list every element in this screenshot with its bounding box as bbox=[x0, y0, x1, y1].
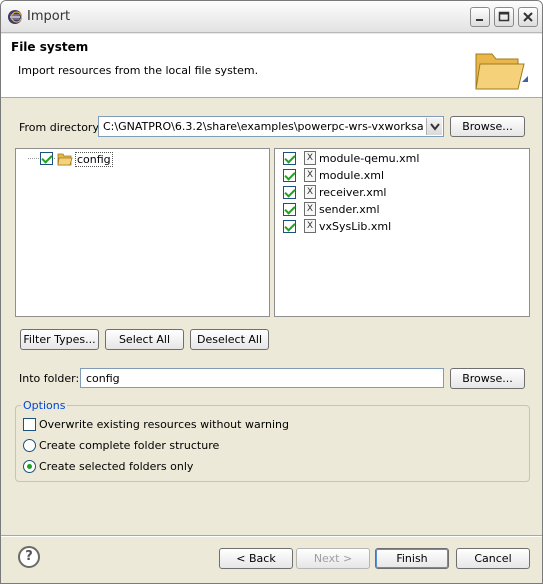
minimize-button[interactable] bbox=[470, 7, 490, 27]
from-directory-combo[interactable]: C:\GNATPRO\6.3.2\share\examples\powerpc-… bbox=[98, 116, 444, 137]
folder-tree[interactable]: config bbox=[15, 148, 270, 317]
overwrite-checkbox[interactable] bbox=[23, 418, 36, 431]
select-all-button[interactable]: Select All bbox=[105, 329, 184, 350]
xml-file-icon: X bbox=[304, 151, 316, 165]
complete-structure-radio[interactable] bbox=[23, 439, 36, 452]
close-window-button[interactable] bbox=[518, 7, 538, 27]
window-title: Import bbox=[27, 9, 71, 24]
from-directory-label: From directory: bbox=[19, 121, 102, 134]
eclipse-icon bbox=[8, 10, 22, 24]
file-list[interactable]: X module-qemu.xml X module.xml X receive… bbox=[274, 148, 530, 317]
into-folder-field[interactable]: config bbox=[80, 368, 444, 388]
finish-button[interactable]: Finish bbox=[375, 548, 449, 569]
from-directory-value: C:\GNATPRO\6.3.2\share\examples\powerpc-… bbox=[103, 120, 423, 133]
maximize-button[interactable] bbox=[494, 7, 514, 27]
overwrite-label[interactable]: Overwrite existing resources without war… bbox=[39, 418, 289, 431]
open-folder-icon bbox=[475, 53, 528, 90]
wizard-banner: File system Import resources from the lo… bbox=[1, 34, 542, 98]
xml-file-icon: X bbox=[304, 168, 316, 182]
selected-only-radio[interactable] bbox=[23, 460, 36, 473]
file-checkbox[interactable] bbox=[283, 203, 296, 216]
options-legend: Options bbox=[21, 399, 68, 412]
complete-structure-label[interactable]: Create complete folder structure bbox=[39, 439, 219, 452]
xml-file-icon: X bbox=[304, 202, 316, 216]
title-bar[interactable]: Import bbox=[1, 1, 542, 33]
into-folder-label: Into folder: bbox=[19, 372, 80, 385]
filter-types-button[interactable]: Filter Types... bbox=[20, 329, 99, 350]
back-button[interactable]: < Back bbox=[219, 548, 293, 569]
browse-directory-button[interactable]: Browse... bbox=[450, 116, 525, 137]
file-name: sender.xml bbox=[319, 203, 380, 216]
selected-only-label[interactable]: Create selected folders only bbox=[39, 460, 193, 473]
file-name: module-qemu.xml bbox=[319, 152, 420, 165]
tree-item-config[interactable]: config bbox=[75, 152, 113, 167]
next-button[interactable]: Next > bbox=[296, 548, 370, 569]
file-checkbox[interactable] bbox=[283, 220, 296, 233]
file-name: module.xml bbox=[319, 169, 385, 182]
chevron-down-icon bbox=[430, 123, 440, 131]
into-folder-value: config bbox=[86, 372, 120, 385]
file-checkbox[interactable] bbox=[283, 169, 296, 182]
browse-folder-button[interactable]: Browse... bbox=[450, 368, 525, 389]
folder-icon bbox=[57, 153, 73, 166]
page-description: Import resources from the local file sys… bbox=[18, 64, 259, 77]
close-icon bbox=[523, 12, 533, 22]
file-name: vxSysLib.xml bbox=[319, 220, 392, 233]
minimize-icon bbox=[476, 19, 483, 21]
maximize-icon bbox=[498, 11, 510, 22]
file-checkbox[interactable] bbox=[283, 186, 296, 199]
dropdown-button[interactable] bbox=[426, 118, 442, 135]
deselect-all-button[interactable]: Deselect All bbox=[190, 329, 269, 350]
footer-separator bbox=[1, 535, 542, 537]
import-dialog: Import File system Import resources from… bbox=[0, 0, 543, 584]
xml-file-icon: X bbox=[304, 185, 316, 199]
xml-file-icon: X bbox=[304, 219, 316, 233]
folder-checkbox-config[interactable] bbox=[40, 152, 53, 165]
file-name: receiver.xml bbox=[319, 186, 387, 199]
help-icon[interactable]: ? bbox=[18, 546, 40, 568]
page-title: File system bbox=[11, 40, 89, 54]
file-checkbox[interactable] bbox=[283, 152, 296, 165]
cancel-button[interactable]: Cancel bbox=[456, 548, 530, 569]
